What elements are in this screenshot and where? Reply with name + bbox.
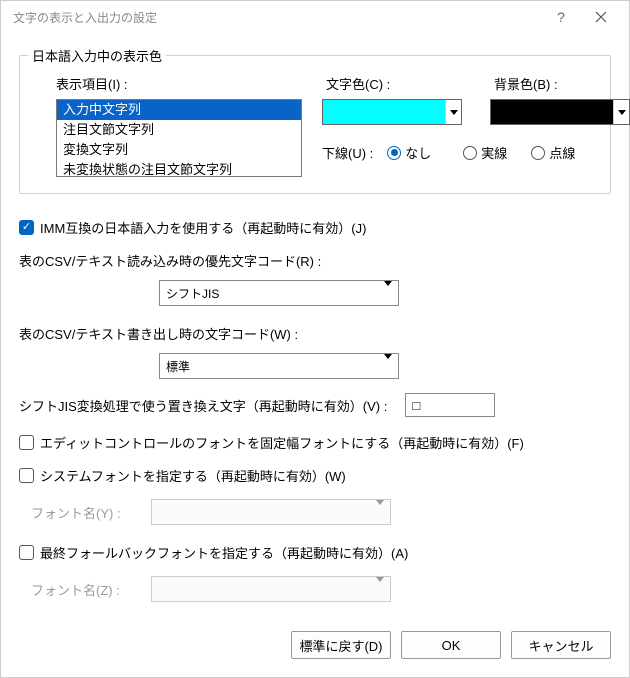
radio-icon — [531, 146, 545, 160]
ok-button[interactable]: OK — [401, 631, 501, 659]
list-item[interactable]: 入力中文字列 — [57, 100, 301, 120]
text-color-swatch — [323, 100, 445, 124]
checkbox-icon — [19, 435, 34, 450]
reset-button[interactable]: 標準に戻す(D) — [291, 631, 391, 659]
sysfont-name-label: フォント名(Y) : — [31, 503, 141, 522]
sysfont-name-select — [151, 499, 391, 525]
csv-read-select[interactable]: シフトJIS — [159, 280, 399, 306]
list-item[interactable]: 変換文字列 — [57, 140, 301, 160]
chevron-down-icon — [376, 582, 384, 597]
bg-color-label: 背景色(B) : — [490, 74, 630, 93]
fixed-font-label: エディットコントロールのフォントを固定幅フォントにする（再起動時に有効）(F) — [40, 433, 524, 452]
checkbox-icon — [19, 468, 34, 483]
sysfont-label: システムフォントを指定する（再起動時に有効）(W) — [40, 466, 346, 485]
ok-label: OK — [442, 638, 461, 653]
text-color-picker[interactable] — [322, 99, 462, 125]
help-button[interactable]: ? — [541, 1, 581, 33]
csv-write-select[interactable]: 標準 — [159, 353, 399, 379]
titlebar: 文字の表示と入出力の設定 ? — [1, 1, 629, 33]
bg-color-swatch — [491, 100, 613, 124]
chevron-down-icon — [445, 100, 461, 124]
underline-radio-solid[interactable]: 実線 — [463, 143, 507, 162]
checkbox-icon — [19, 545, 34, 560]
close-button[interactable] — [581, 1, 621, 33]
radio-icon — [387, 146, 401, 160]
bg-color-picker[interactable] — [490, 99, 630, 125]
csv-read-label: 表のCSV/テキスト読み込み時の優先文字コード(R) : — [19, 251, 611, 270]
list-item[interactable]: 注目文節文字列 — [57, 120, 301, 140]
imm-checkbox-row[interactable]: ✓ IMM互換の日本語入力を使用する（再起動時に有効）(J) — [19, 218, 611, 237]
cancel-button[interactable]: キャンセル — [511, 631, 611, 659]
fixed-font-checkbox-row[interactable]: エディットコントロールのフォントを固定幅フォントにする（再起動時に有効）(F) — [19, 433, 611, 452]
close-icon — [595, 11, 607, 23]
window-title: 文字の表示と入出力の設定 — [13, 9, 541, 26]
fallback-name-select — [151, 576, 391, 602]
radio-label: 点線 — [549, 143, 575, 162]
csv-write-label: 表のCSV/テキスト書き出し時の文字コード(W) : — [19, 324, 611, 343]
cancel-label: キャンセル — [528, 636, 593, 655]
display-item-label: 表示項目(I) : — [38, 74, 302, 93]
underline-label: 下線(U) : — [322, 143, 373, 162]
imm-label: IMM互換の日本語入力を使用する（再起動時に有効）(J) — [40, 218, 366, 237]
sjis-replace-input[interactable] — [405, 393, 495, 417]
underline-radio-none[interactable]: なし — [387, 143, 431, 162]
ime-color-group: 日本語入力中の表示色 表示項目(I) : 入力中文字列 注目文節文字列 変換文字… — [19, 55, 611, 194]
fallback-checkbox-row[interactable]: 最終フォールバックフォントを指定する（再起動時に有効）(A) — [19, 543, 611, 562]
chevron-down-icon — [384, 286, 392, 300]
checkbox-icon: ✓ — [19, 220, 34, 235]
radio-icon — [463, 146, 477, 160]
text-color-label: 文字色(C) : — [322, 74, 462, 93]
dialog-footer: 標準に戻す(D) OK キャンセル — [1, 627, 629, 677]
chevron-down-icon — [613, 100, 629, 124]
sysfont-checkbox-row[interactable]: システムフォントを指定する（再起動時に有効）(W) — [19, 466, 611, 485]
chevron-down-icon — [384, 359, 392, 373]
dialog-window: 文字の表示と入出力の設定 ? 日本語入力中の表示色 表示項目(I) : 入力中文… — [0, 0, 630, 678]
content-area: 日本語入力中の表示色 表示項目(I) : 入力中文字列 注目文節文字列 変換文字… — [1, 33, 629, 627]
sjis-replace-label: シフトJIS変換処理で使う置き換え文字（再起動時に有効）(V) : — [19, 396, 387, 415]
radio-label: なし — [405, 143, 431, 162]
fallback-label: 最終フォールバックフォントを指定する（再起動時に有効）(A) — [40, 543, 408, 562]
fallback-name-label: フォント名(Z) : — [31, 580, 141, 599]
csv-write-value: 標準 — [166, 358, 190, 375]
csv-read-value: シフトJIS — [166, 285, 219, 302]
group-legend: 日本語入力中の表示色 — [28, 46, 166, 65]
chevron-down-icon — [376, 505, 384, 520]
underline-radio-dotted[interactable]: 点線 — [531, 143, 575, 162]
reset-label: 標準に戻す(D) — [299, 636, 382, 655]
radio-label: 実線 — [481, 143, 507, 162]
display-item-list[interactable]: 入力中文字列 注目文節文字列 変換文字列 未変換状態の注目文節文字列 — [56, 99, 302, 177]
list-item[interactable]: 未変換状態の注目文節文字列 — [57, 160, 301, 177]
